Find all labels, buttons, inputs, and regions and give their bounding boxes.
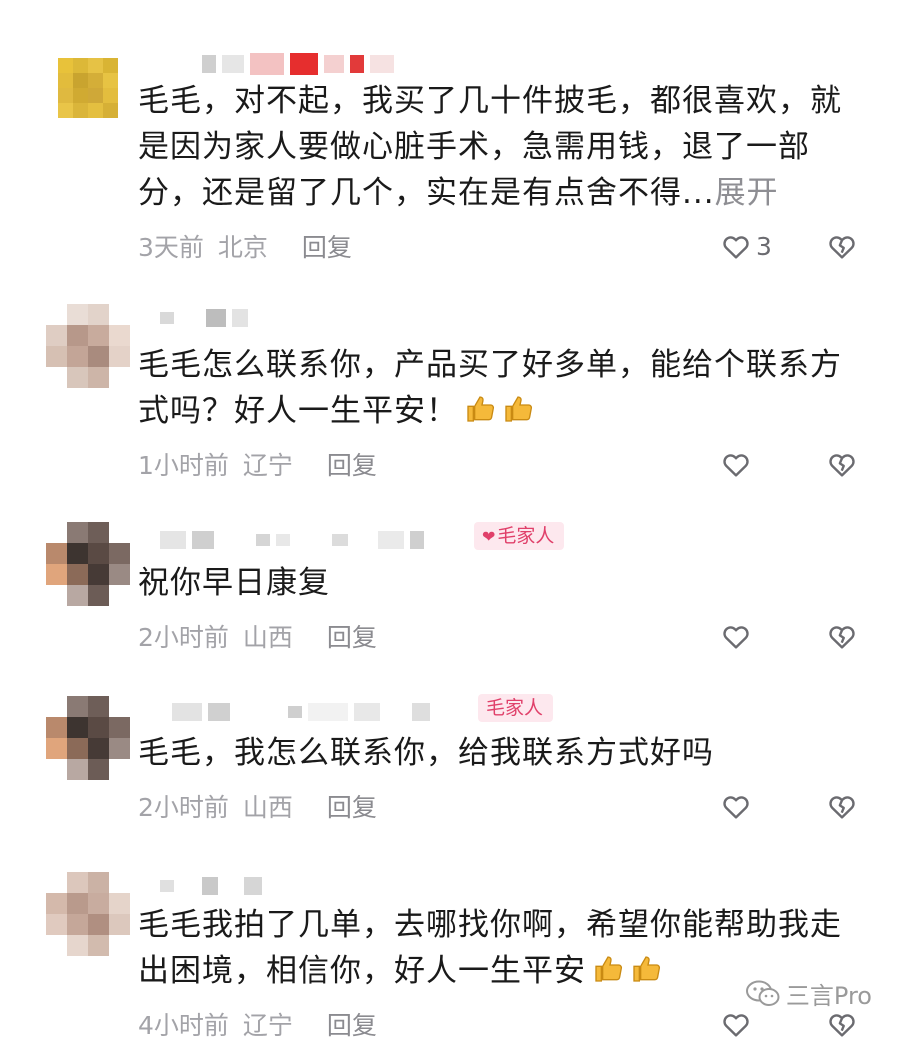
fan-badge: ❤ 毛家人: [474, 522, 565, 550]
broken-heart-icon[interactable]: [826, 230, 858, 262]
comment-body: 祝你早日康复: [138, 565, 330, 601]
heart-outline-icon: [723, 626, 749, 649]
comment-time: 3天前: [138, 233, 204, 262]
like-button[interactable]: [720, 1008, 756, 1040]
comment-location: 北京: [217, 233, 268, 262]
avatar[interactable]: [46, 304, 130, 388]
avatar[interactable]: [58, 58, 118, 118]
like-button[interactable]: [720, 620, 756, 652]
thumbs-up-emoji: [595, 956, 622, 982]
username-blurred[interactable]: [160, 306, 248, 330]
like-button[interactable]: [720, 790, 756, 822]
broken-heart-icon[interactable]: [826, 620, 858, 652]
reply-button[interactable]: 回复: [327, 618, 377, 654]
avatar[interactable]: [46, 696, 130, 780]
badge-label: 毛家人: [497, 525, 555, 547]
thumbs-up-emoji: [505, 396, 532, 422]
broken-heart-icon[interactable]: [826, 790, 858, 822]
username-blurred[interactable]: [160, 874, 262, 898]
reply-button[interactable]: 回复: [327, 1006, 377, 1042]
comment-location: 山西: [242, 793, 293, 822]
comment-location: 辽宁: [242, 451, 293, 480]
username-blurred[interactable]: [160, 528, 424, 552]
heart-outline-icon: [723, 1014, 749, 1037]
comment-location: 山西: [242, 623, 293, 652]
like-button[interactable]: [720, 448, 756, 480]
like-count: 3: [756, 231, 772, 261]
comment-location: 辽宁: [242, 1011, 293, 1040]
wechat-icon: [745, 980, 780, 1006]
heart-outline-icon: [723, 454, 749, 477]
comment-time: 2小时前: [138, 793, 229, 822]
comment-text: 毛毛，对不起，我买了几十件披毛，都很喜欢，就是因为家人要做心脏手术，急需用钱，退…: [138, 78, 858, 216]
username-blurred[interactable]: [202, 52, 394, 76]
watermark: 三言Pro: [745, 976, 872, 1011]
reply-button[interactable]: 回复: [327, 446, 377, 482]
like-button[interactable]: 3: [720, 230, 772, 262]
thumbs-up-emoji: [633, 956, 660, 982]
broken-heart-icon[interactable]: [826, 1008, 858, 1040]
comment-time: 1小时前: [138, 451, 229, 480]
comment-body: 毛毛，我怎么联系你，给我联系方式好吗: [138, 735, 714, 771]
comment-meta: 3天前 北京 回复: [138, 228, 352, 264]
reply-button[interactable]: 回复: [327, 788, 377, 824]
heart-badge-icon: ❤: [482, 527, 496, 546]
broken-heart-icon[interactable]: [826, 448, 858, 480]
comment-meta: 2小时前 山西 回复: [138, 788, 377, 824]
avatar[interactable]: [46, 522, 130, 606]
reply-button[interactable]: 回复: [302, 228, 352, 264]
comment-text: 祝你早日康复: [138, 560, 858, 606]
comment-text: 毛毛，我怎么联系你，给我联系方式好吗: [138, 730, 858, 776]
watermark-text: 三言Pro: [785, 982, 872, 1010]
comment-text: 毛毛怎么联系你，产品买了好多单，能给个联系方式吗？好人一生平安！: [138, 342, 858, 434]
comment-meta: 1小时前 辽宁 回复: [138, 446, 377, 482]
heart-outline-icon: [723, 236, 749, 259]
fan-badge: 毛家人: [478, 694, 554, 722]
username-blurred[interactable]: [172, 700, 430, 724]
comment-meta: 4小时前 辽宁 回复: [138, 1006, 377, 1042]
expand-link[interactable]: 展开: [715, 175, 779, 211]
comment-meta: 2小时前 山西 回复: [138, 618, 377, 654]
comment-body: 毛毛我拍了几单，去哪找你啊，希望你能帮助我走出困境，相信你，好人一生平安: [138, 907, 842, 989]
comment-time: 4小时前: [138, 1011, 229, 1040]
badge-label: 毛家人: [486, 697, 544, 719]
thumbs-up-emoji: [467, 396, 494, 422]
comment-time: 2小时前: [138, 623, 229, 652]
heart-outline-icon: [723, 796, 749, 819]
avatar[interactable]: [46, 872, 130, 956]
